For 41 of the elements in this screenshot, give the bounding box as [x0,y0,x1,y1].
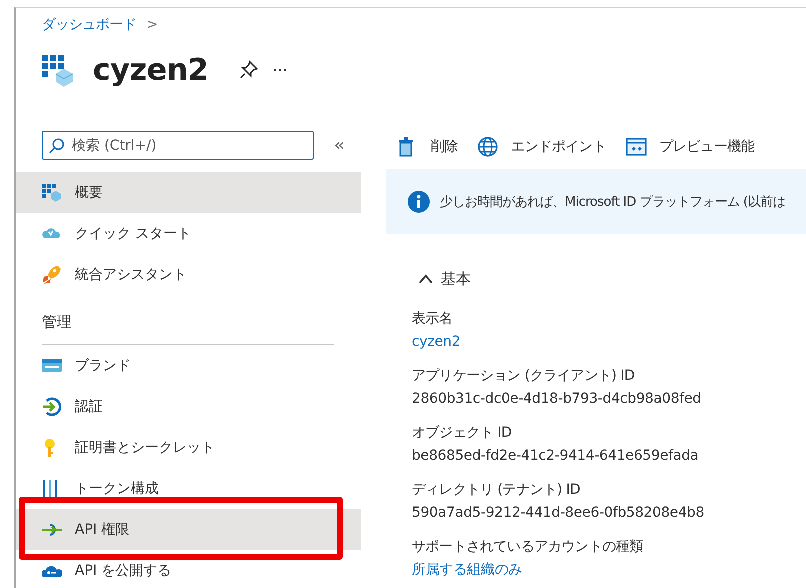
banner-text: 少しお時間があれば、Microsoft ID プラットフォーム (以前は [440,194,786,210]
rocket-icon [42,264,62,284]
field-link[interactable]: cyzen2 [412,331,806,354]
sidebar-item[interactable]: 証明書とシークレット [16,427,361,468]
preview-icon [626,136,648,156]
chevron-up-icon[interactable] [419,274,433,284]
sidebar-item[interactable]: 認証 [16,386,361,427]
sidebar-item[interactable]: 統合アシスタント [16,254,361,295]
field-value: 2860b31c-dc0e-4d18-b793-d4cb98a08fed [412,390,702,409]
field-value: 590a7ad5-9212-441d-8ee6-0fb58208e4b8 [412,504,706,523]
sign-in-icon [42,396,62,416]
breadcrumb-separator: > [146,17,158,33]
sidebar-item[interactable]: 概要 [16,172,361,213]
app-grid-icon [42,53,76,87]
toolbar-button[interactable]: プレビュー機能 [626,136,755,156]
grid-icon [42,182,62,202]
toolbar-button[interactable]: エンドポイント [478,136,606,156]
sidebar-item[interactable]: API 権限 [16,509,361,550]
field-label: オブジェクト ID [412,424,513,443]
field-label: ディレクトリ (テナント) ID [412,481,582,500]
search-icon [49,138,65,154]
collapse-button[interactable]: « [334,135,346,156]
field-label: アプリケーション (クライアント) ID [412,367,636,386]
toolbar-button[interactable]: 削除 [398,136,458,156]
breadcrumb-link[interactable]: ダッシュボード [42,16,136,34]
field-label: 表示名 [412,310,454,329]
sidebar-item[interactable]: クイック スタート [16,213,361,254]
section-header: 管理 [42,295,334,345]
more-button[interactable]: ··· [272,60,288,80]
info-icon [408,190,430,212]
sidebar-item[interactable]: ブランド [16,345,361,386]
field-label: サポートされているアカウントの種類 [412,538,644,557]
search-field[interactable]: 検索 (Ctrl+/) [42,131,314,160]
sidebar-item[interactable]: API を公開する [16,550,361,588]
field-value: be8685ed-fd2e-41c2-9414-641e659efada [412,447,700,466]
field-link[interactable]: 所属する組織のみ [412,559,806,582]
pin-icon[interactable] [238,60,259,80]
sidebar-item[interactable]: トークン構成 [16,468,361,509]
section-heading: 基本 [441,270,471,288]
page-title: cyzen2 [93,52,209,88]
globe-icon [478,136,500,156]
